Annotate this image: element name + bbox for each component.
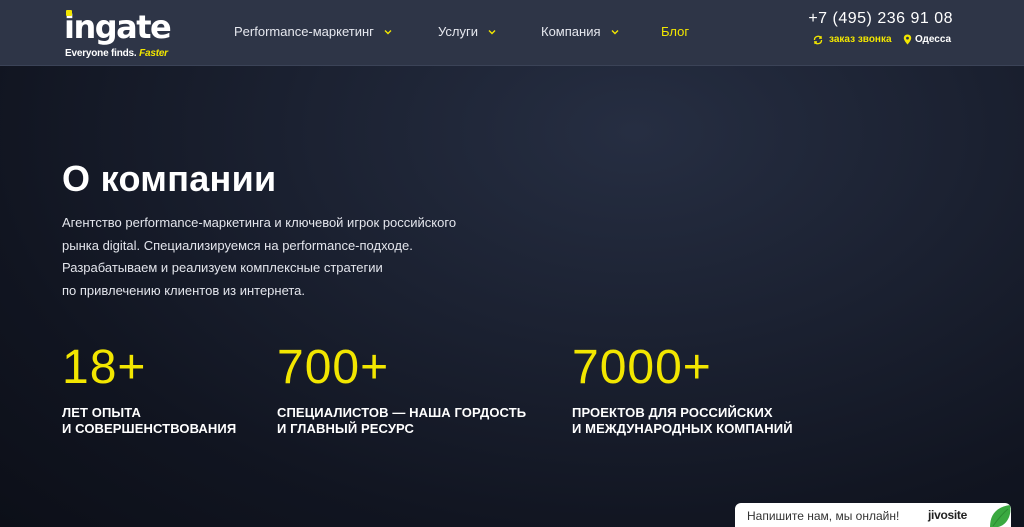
chat-widget-text: Напишите нам, мы онлайн! <box>747 509 900 523</box>
stat-label-line: ПРОЕКТОВ ДЛЯ РОССИЙСКИХ <box>572 405 773 420</box>
stat-number: 18+ <box>62 341 147 394</box>
page-title: О компании <box>62 158 277 199</box>
site-header: ingate Everyone finds. Faster Performanc… <box>0 0 1024 66</box>
stat-label-line: И ГЛАВНЫЙ РЕСУРС <box>277 420 414 436</box>
stat-number: 700+ <box>277 341 390 394</box>
nav-item-label: Блог <box>661 24 690 39</box>
stat-projects: 7000+ ПРОЕКТОВ ДЛЯ РОССИЙСКИХ И МЕЖДУНАР… <box>572 338 793 436</box>
logo-accent-dot <box>66 10 72 16</box>
city-label: Одесса <box>915 34 952 45</box>
stat-label-line: СПЕЦИАЛИСТОВ — НАША ГОРДОСТЬ <box>277 405 527 420</box>
city-selector[interactable]: Одесса <box>903 34 951 45</box>
leaf-icon <box>990 505 1011 527</box>
chat-widget[interactable]: Напишите нам, мы онлайн! jivosite <box>735 503 1011 527</box>
nav-item-performance-marketing[interactable]: Performance-маркетинг <box>234 24 393 39</box>
nav-item-label: Услуги <box>438 24 478 39</box>
stat-label-line: И МЕЖДУНАРОДНЫХ КОМПАНИЙ <box>572 420 793 436</box>
nav-item-label: Компания <box>541 24 601 39</box>
chevron-down-icon <box>611 29 618 34</box>
logo-wordmark: ingate <box>64 8 172 46</box>
nav-item-blog[interactable]: Блог <box>661 24 689 39</box>
jivosite-logo: jivosite <box>928 508 967 522</box>
nav-item-services[interactable]: Услуги <box>438 24 497 39</box>
chevron-down-icon <box>384 29 392 34</box>
callback-label: заказ звонка <box>829 34 892 45</box>
stat-label: ЛЕТ ОПЫТА И СОВЕРШЕНСТВОВАНИЯ <box>62 405 236 436</box>
ingate-logo[interactable]: ingate Everyone finds. Faster <box>64 9 172 61</box>
description-line: Разрабатываем и реализуем комплексные ст… <box>62 260 383 275</box>
stat-specialists: 700+ СПЕЦИАЛИСТОВ — НАША ГОРДОСТЬ И ГЛАВ… <box>277 338 526 436</box>
stat-label: ПРОЕКТОВ ДЛЯ РОССИЙСКИХ И МЕЖДУНАРОДНЫХ … <box>572 405 793 436</box>
description-line: Агентство performance-маркетинга и ключе… <box>62 215 457 230</box>
logo-tagline: Everyone finds. Faster <box>65 48 168 59</box>
refresh-arrows-icon <box>813 35 823 44</box>
logo-tagline-accent: Faster <box>139 48 168 59</box>
stat-label-line: ЛЕТ ОПЫТА <box>62 405 141 420</box>
nav-item-label: Performance-маркетинг <box>234 24 374 39</box>
description-line: по привлечению клиентов из интернета. <box>62 282 306 298</box>
callback-link[interactable]: заказ звонка <box>813 34 892 45</box>
stat-label: СПЕЦИАЛИСТОВ — НАША ГОРДОСТЬ И ГЛАВНЫЙ Р… <box>277 405 526 436</box>
logo-tagline-text: Everyone finds. <box>65 48 137 59</box>
company-description: Агентство performance-маркетинга и ключе… <box>62 212 562 302</box>
description-line: рынка digital. Специализируемся на perfo… <box>62 237 413 253</box>
chevron-down-icon <box>488 29 496 34</box>
location-pin-icon <box>903 34 912 45</box>
nav-item-company[interactable]: Компания <box>541 24 620 39</box>
stat-number: 7000+ <box>572 341 712 394</box>
stat-years-experience: 18+ ЛЕТ ОПЫТА И СОВЕРШЕНСТВОВАНИЯ <box>62 338 236 436</box>
phone-number[interactable]: +7 (495) 236 91 08 <box>808 10 953 28</box>
stat-label-line: И СОВЕРШЕНСТВОВАНИЯ <box>62 420 237 436</box>
